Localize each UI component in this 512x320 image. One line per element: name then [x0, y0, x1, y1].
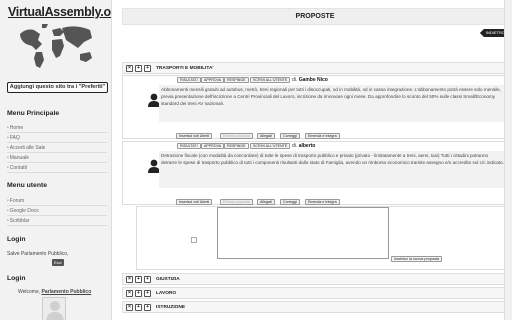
page-scrollbar[interactable]: [504, 0, 512, 320]
nav-item-faq[interactable]: FAQ: [7, 133, 107, 143]
amend-button[interactable]: Emenda e Integra: [305, 199, 340, 205]
author-name[interactable]: Gambe Nico: [299, 77, 328, 83]
reject-button[interactable]: RESPINGE: [224, 77, 249, 83]
world-map-icon: [20, 24, 92, 68]
avatar-silhouette-icon: [46, 301, 64, 320]
results-button[interactable]: RISULTATI: [177, 77, 201, 83]
add-icon[interactable]: +: [144, 65, 151, 72]
author-prefix: di: [292, 77, 296, 83]
logout-button[interactable]: Esci: [52, 259, 64, 266]
write-user-button[interactable]: SCRIVI ALL'UTENTE: [250, 143, 291, 149]
insert-votes-button[interactable]: Inserisci voti Utenti: [176, 199, 213, 205]
add-to-favorites-button[interactable]: Aggiungi questo sito tra i "Preferiti": [7, 82, 108, 93]
collapse-icon[interactable]: ×: [126, 290, 133, 297]
category-header-giustizia: × + + GIUSTIZIA: [122, 273, 508, 285]
add-icon[interactable]: +: [144, 276, 151, 283]
write-user-button[interactable]: SCRIVI ALL'UTENTE: [250, 77, 291, 83]
approve-button[interactable]: APPROVA: [201, 77, 225, 83]
add-icon[interactable]: +: [144, 290, 151, 297]
login-title-2: Login: [7, 275, 26, 282]
category-header-istruzione: × + + ISTRUZIONE: [122, 301, 508, 313]
attachments-button[interactable]: Allegati: [257, 199, 275, 205]
proposal-card: RISULTATI APPROVA RESPINGE SCRIVI ALL'UT…: [122, 141, 508, 205]
proposal-card: RISULTATI APPROVA RESPINGE SCRIVI ALL'UT…: [122, 75, 508, 139]
welcome-prefix: Welcome,: [18, 289, 41, 295]
nav-item-contacts[interactable]: Contatti: [7, 163, 107, 173]
user-menu-title: Menu utente: [7, 182, 48, 189]
approve-button[interactable]: APPROVA: [201, 143, 225, 149]
insert-proposal-button[interactable]: Inserisci la nuova proposta: [391, 256, 443, 262]
proposal-author: di. Gambe Nico: [292, 77, 328, 83]
new-proposal-textarea[interactable]: [217, 207, 389, 259]
author-name[interactable]: alberto: [299, 143, 316, 149]
insert-votes-button[interactable]: Inserisci voti Utenti: [176, 133, 213, 139]
collapse-icon[interactable]: ×: [126, 276, 133, 283]
collapse-icon[interactable]: ×: [126, 65, 133, 72]
correct-button[interactable]: Correggi: [280, 133, 300, 139]
main-content: PROPOSTE INDIETRO × + + TRASPORTI E MOBI…: [122, 8, 508, 320]
results-button[interactable]: RISULTATI: [177, 143, 201, 149]
new-proposal-area: Inserisci la nuova proposta: [136, 206, 508, 270]
expand-icon[interactable]: +: [135, 290, 142, 297]
category-title: GIUSTIZIA: [156, 277, 180, 282]
sidebar: VirtualAssembly.org Aggiungi questo sito…: [0, 0, 112, 320]
main-menu-title: Menu Principale: [7, 110, 60, 117]
delete-proposal-button[interactable]: Elimina proposta: [220, 199, 253, 205]
category-title: TRASPORTI E MOBILITA': [156, 66, 214, 71]
nav-item-forum[interactable]: Forum: [7, 196, 107, 206]
expand-icon[interactable]: +: [135, 276, 142, 283]
correct-button[interactable]: Correggi: [280, 199, 300, 205]
login-title: Login: [7, 236, 26, 243]
nav-item-home[interactable]: Home: [7, 123, 107, 133]
expand-icon[interactable]: +: [135, 304, 142, 311]
author-prefix: di: [292, 143, 296, 149]
login-greeting: Salve Parlamento Pubblico,: [7, 251, 69, 257]
welcome-text: Welcome, Parlamento Pubblico: [18, 289, 91, 295]
reject-button[interactable]: RESPINGE: [224, 143, 249, 149]
welcome-user-link[interactable]: Parlamento Pubblico: [42, 289, 92, 295]
add-icon[interactable]: +: [144, 304, 151, 311]
nav-item-rooms[interactable]: Accedi alle Sale: [7, 143, 107, 153]
proposal-text: Detrazione fiscale (con modalità da conc…: [159, 151, 507, 188]
nav-item-manual[interactable]: Manuale: [7, 153, 107, 163]
category-header-trasporti: × + + TRASPORTI E MOBILITA': [122, 62, 508, 74]
attachments-button[interactable]: Allegati: [257, 133, 275, 139]
category-title: ISTRUZIONE: [156, 305, 186, 310]
avatar: [42, 297, 66, 320]
expand-icon[interactable]: +: [135, 65, 142, 72]
proposal-author: di. alberto: [292, 143, 316, 149]
delete-proposal-button[interactable]: Elimina proposta: [220, 133, 253, 139]
category-header-lavoro: × + + LAVORO: [122, 287, 508, 299]
proposal-text: Abbonamenti mensili gratuiti ad autobus,…: [159, 85, 507, 122]
site-logo[interactable]: VirtualAssembly.org: [8, 5, 111, 19]
category-title: LAVORO: [156, 291, 177, 296]
page-title: PROPOSTE: [122, 8, 508, 25]
nav-item-scribblar[interactable]: Scribblar: [7, 216, 107, 226]
amend-button[interactable]: Emenda e Integra: [305, 133, 340, 139]
nav-item-google-docs[interactable]: Google Docs: [7, 206, 107, 216]
broken-image-icon: [191, 237, 197, 243]
collapse-icon[interactable]: ×: [126, 304, 133, 311]
